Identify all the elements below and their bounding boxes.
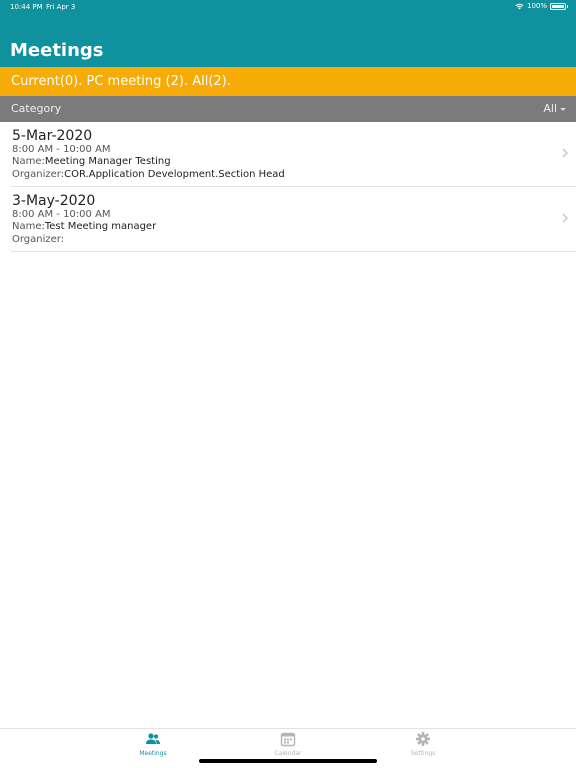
home-indicator[interactable] — [199, 759, 377, 763]
organizer-label: Organizer: — [12, 234, 65, 245]
battery-percent: 100% — [526, 2, 547, 10]
wifi-icon — [515, 3, 524, 9]
chevron-right-icon — [562, 213, 568, 223]
page-title: Meetings — [10, 40, 104, 61]
tab-label: Meetings — [139, 750, 167, 757]
app-header: 10:44 PM Fri Apr 3 100% Meetings — [0, 0, 576, 67]
tab-label: Calendar — [274, 750, 302, 757]
calendar-icon — [280, 732, 296, 747]
category-bar: Category All — [0, 96, 576, 122]
battery-icon — [550, 2, 568, 10]
status-bar: 10:44 PM Fri Apr 3 100% — [0, 0, 576, 14]
meeting-organizer-row: Organizer: — [12, 234, 64, 245]
gear-icon — [416, 732, 430, 746]
filter-summary[interactable]: Current(0). PC meeting (2). All(2). — [0, 67, 576, 96]
organizer-label: Organizer: — [12, 169, 65, 180]
status-date: Fri Apr 3 — [46, 3, 76, 11]
tab-calendar[interactable]: Calendar — [258, 731, 318, 757]
meeting-name: Meeting Manager Testing — [44, 156, 171, 167]
meeting-list: 5-Mar-2020 8:00 AM - 10:00 AM Name:Meeti… — [0, 122, 576, 252]
list-item[interactable]: 5-Mar-2020 8:00 AM - 10:00 AM Name:Meeti… — [11, 122, 576, 187]
status-time: 10:44 PM — [10, 3, 43, 11]
tab-meetings[interactable]: Meetings — [123, 731, 183, 757]
tab-label: Settings — [410, 750, 436, 757]
caret-down-icon — [560, 107, 566, 111]
meeting-name: Test Meeting manager — [44, 221, 157, 232]
status-indicators: 100% — [515, 2, 568, 10]
tab-settings[interactable]: Settings — [393, 731, 453, 757]
name-label: Name: — [12, 221, 45, 232]
meeting-name-row: Name:Meeting Manager Testing — [12, 156, 171, 167]
meeting-name-row: Name:Test Meeting manager — [12, 221, 156, 232]
list-item[interactable]: 3-May-2020 8:00 AM - 10:00 AM Name:Test … — [11, 187, 576, 252]
meeting-date: 5-Mar-2020 — [12, 128, 93, 144]
people-icon — [146, 733, 160, 744]
category-label: Category — [11, 102, 62, 115]
category-dropdown[interactable]: All — [543, 102, 566, 115]
meeting-organizer-row: Organizer:COR.Application Development.Se… — [12, 169, 285, 180]
chevron-right-icon — [562, 148, 568, 158]
name-label: Name: — [12, 156, 45, 167]
meeting-date: 3-May-2020 — [12, 193, 96, 209]
category-selected-value: All — [543, 102, 557, 115]
meeting-organizer: COR.Application Development.Section Head — [64, 169, 285, 180]
meeting-time: 8:00 AM - 10:00 AM — [12, 144, 111, 155]
meeting-time: 8:00 AM - 10:00 AM — [12, 209, 111, 220]
